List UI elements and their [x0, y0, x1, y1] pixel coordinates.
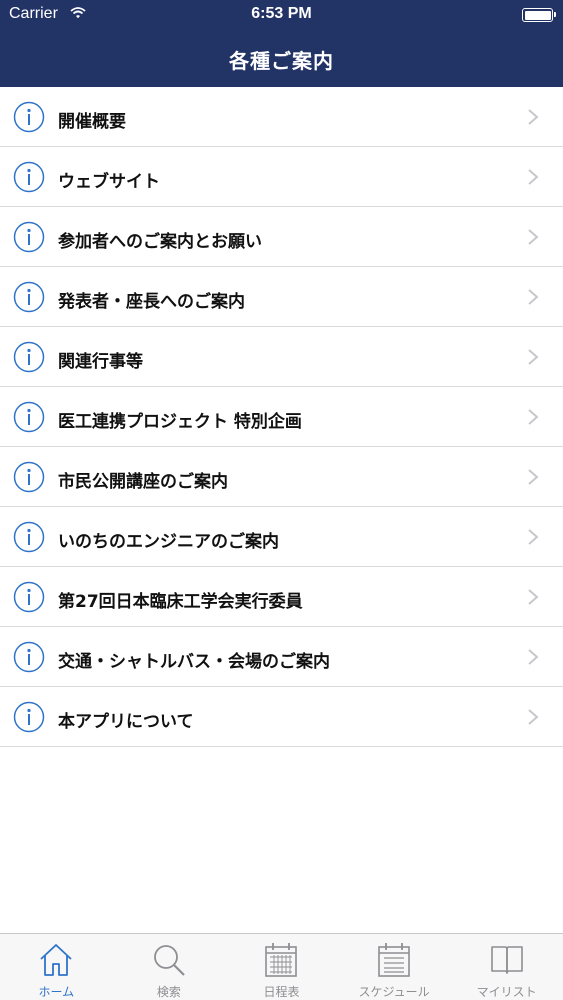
info-icon — [13, 341, 45, 373]
list-item-label: 関連行事等 — [58, 352, 143, 372]
chevron-right-icon — [528, 169, 539, 185]
chevron-right-icon — [528, 649, 539, 665]
book-icon — [490, 946, 523, 974]
info-icon — [13, 281, 45, 313]
search-icon — [153, 945, 185, 976]
tab-mylist[interactable]: マイリスト — [450, 934, 563, 1000]
chevron-right-icon — [528, 109, 539, 125]
calendar-icon — [265, 943, 298, 977]
battery-icon — [522, 8, 556, 22]
list-item-label: 発表者・座長へのご案内 — [58, 292, 245, 312]
list-item-label: 交通・シャトルバス・会場のご案内 — [58, 652, 330, 672]
status-time: 6:53 PM — [251, 5, 312, 22]
list-item-label: ウェブサイト — [58, 172, 160, 192]
list-item-label: 医工連携プロジェクト 特別企画 — [58, 412, 302, 432]
chevron-right-icon — [528, 709, 539, 725]
tab-search[interactable]: 検索 — [113, 934, 226, 1000]
chevron-right-icon — [528, 529, 539, 545]
info-icon — [13, 701, 45, 733]
list-item[interactable]: 第27回日本臨床工学会実行委員 — [0, 567, 563, 627]
chevron-right-icon — [528, 289, 539, 305]
list-item-label: 第27回日本臨床工学会実行委員 — [58, 592, 303, 612]
tab-calendar[interactable]: 日程表 — [225, 934, 338, 1000]
list-item[interactable]: いのちのエンジニアのご案内 — [0, 507, 563, 567]
tab-label: ホーム — [38, 985, 75, 999]
chevron-right-icon — [528, 469, 539, 485]
info-icon — [13, 221, 45, 253]
list-item[interactable]: 発表者・座長へのご案内 — [0, 267, 563, 327]
info-list: 開催概要 ウェブサイト 参加者へのご案内とお願い 発表者・座長へのご案内 関連行… — [0, 87, 563, 747]
tab-label: スケジュール — [358, 985, 430, 999]
chevron-right-icon — [528, 409, 539, 425]
list-item[interactable]: 本アプリについて — [0, 687, 563, 747]
info-icon — [13, 101, 45, 133]
list-item[interactable]: ウェブサイト — [0, 147, 563, 207]
list-item-label: 参加者へのご案内とお願い — [58, 232, 262, 252]
info-icon — [13, 641, 45, 673]
chevron-right-icon — [528, 229, 539, 245]
tab-label: マイリスト — [476, 985, 537, 999]
tab-home[interactable]: ホーム — [0, 934, 113, 1000]
tab-label: 日程表 — [263, 985, 300, 999]
list-item[interactable]: 開催概要 — [0, 87, 563, 147]
tab-schedule[interactable]: スケジュール — [338, 934, 451, 1000]
list-item[interactable]: 関連行事等 — [0, 327, 563, 387]
info-icon — [13, 521, 45, 553]
page-title: 各種ご案内 — [229, 49, 334, 73]
info-icon — [13, 581, 45, 613]
info-icon — [13, 461, 45, 493]
list-item-label: 開催概要 — [58, 112, 126, 132]
status-bar: Carrier 6:53 PM — [0, 0, 563, 30]
tab-label: 検索 — [156, 985, 181, 999]
list-item-label: 本アプリについて — [58, 712, 194, 732]
list-item-label: 市民公開講座のご案内 — [58, 472, 228, 492]
info-icon — [13, 401, 45, 433]
list-item[interactable]: 参加者へのご案内とお願い — [0, 207, 563, 267]
chevron-right-icon — [528, 589, 539, 605]
info-icon — [13, 161, 45, 193]
list-item[interactable]: 医工連携プロジェクト 特別企画 — [0, 387, 563, 447]
chevron-right-icon — [528, 349, 539, 365]
navigation-header: Carrier 6:53 PM 各種ご案内 — [0, 0, 563, 87]
home-icon — [40, 944, 72, 976]
tab-bar: ホーム 検索 日程表 スケジュール マイリスト — [0, 933, 563, 1000]
schedule-icon — [378, 943, 410, 977]
list-item-label: いのちのエンジニアのご案内 — [58, 532, 279, 552]
list-item[interactable]: 市民公開講座のご案内 — [0, 447, 563, 507]
list-item[interactable]: 交通・シャトルバス・会場のご案内 — [0, 627, 563, 687]
